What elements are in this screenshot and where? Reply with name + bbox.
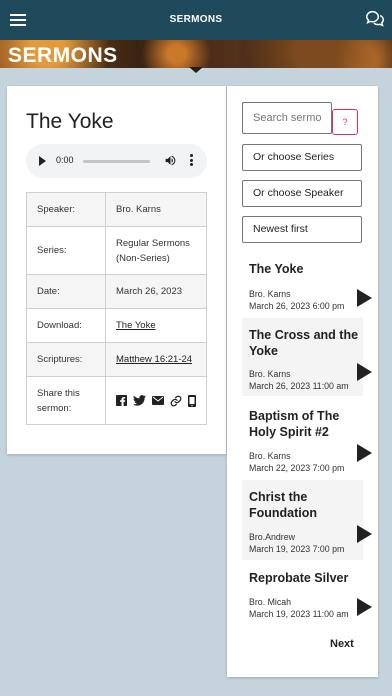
app-bar-title: SERMONS [169,14,223,25]
series-value: Regular Sermons (Non-Series) [105,226,207,275]
sort-select[interactable]: Newest first [242,216,362,243]
mobile-share-icon[interactable] [188,394,196,407]
sermon-list-card: ? Or choose Series Or choose Speaker New… [227,86,378,677]
scripture-link[interactable]: Matthew 16:21-24 [116,354,192,365]
sermon-item-speaker: Bro. Karns [249,289,291,299]
page-banner: SERMONS [0,40,392,68]
audio-progress-slider[interactable] [83,160,150,163]
audio-time: 0:00 [56,155,74,165]
play-arrow-icon[interactable] [357,363,372,381]
speaker-label: Speaker: [26,192,106,227]
table-row: Share this sermon: [26,376,207,425]
download-label: Download: [26,308,106,343]
speaker-value: Bro. Karns [105,192,207,227]
more-options-icon[interactable] [188,154,194,168]
sermon-item-date: March 22, 2023 7:00 pm [249,463,345,473]
date-label: Date: [26,274,106,309]
banner-title: SERMONS [8,44,118,67]
sermon-detail-card: The Yoke 0:00 Speaker: Bro. Karns Series… [7,86,226,454]
sermon-item-title: Baptism of The Holy Spirit #2 [249,409,340,439]
sermon-search-input[interactable] [242,102,332,134]
sermon-item-title: The Yoke [249,262,304,276]
email-icon[interactable] [152,396,164,405]
sermon-item-speaker: Bro. Karns [249,451,291,461]
table-row: Date: March 26, 2023 [26,274,207,309]
sermon-item-date: March 19, 2023 7:00 pm [249,544,345,554]
play-arrow-icon[interactable] [357,289,372,307]
play-arrow-icon[interactable] [357,444,372,462]
table-row: Scriptures: Matthew 16:21-24 [26,342,207,377]
play-icon[interactable] [39,156,46,166]
sermon-item-title: The Cross and the Yoke [249,328,359,358]
sermon-info-table: Speaker: Bro. Karns Series: Regular Serm… [26,192,207,425]
download-link[interactable]: The Yoke [116,320,156,331]
sermon-item-meta: Bro. Karns March 26, 2023 11:00 am [249,368,349,392]
sermon-item-speaker: Bro.Andrew [249,532,295,542]
sermon-item-date: March 26, 2023 6:00 pm [249,301,345,311]
sermon-item-title: Reprobate Silver [249,571,349,585]
scriptures-label: Scriptures: [26,342,106,377]
search-help-button[interactable]: ? [332,109,358,135]
sermon-list-item[interactable]: Christ the Foundation Bro.Andrew March 1… [242,480,372,560]
twitter-icon[interactable] [133,395,146,406]
series-select[interactable]: Or choose Series [242,144,362,171]
sermon-item-date: March 26, 2023 11:00 am [249,381,349,391]
date-value: March 26, 2023 [105,274,207,309]
series-label: Series: [26,226,106,275]
sermon-item-meta: Bro.Andrew March 19, 2023 7:00 pm [249,531,344,555]
sermon-item-meta: Bro. Karns March 22, 2023 7:00 pm [249,450,344,474]
table-row: Speaker: Bro. Karns [26,192,207,227]
share-label: Share this sermon: [26,376,106,425]
link-icon[interactable] [170,395,182,407]
play-arrow-icon[interactable] [357,525,372,543]
sermon-list-item[interactable]: The Yoke Bro. Karns March 26, 2023 6:00 … [242,256,372,316]
sermon-item-speaker: Bro. Karns [249,369,291,379]
next-page-link[interactable]: Next [330,638,354,650]
table-row: Download: The Yoke [26,308,207,343]
sermon-list-item[interactable]: The Cross and the Yoke Bro. Karns March … [242,318,372,396]
sermon-item-meta: Bro. Karns March 26, 2023 6:00 pm [249,288,344,312]
volume-icon[interactable] [164,154,177,167]
facebook-icon[interactable] [116,395,127,406]
speaker-select[interactable]: Or choose Speaker [242,180,362,207]
sermon-item-date: March 19, 2023 11:00 am [249,609,349,619]
sermon-item-meta: Bro. Micah March 19, 2023 11:00 am [249,596,349,620]
share-icons [116,394,196,407]
chat-bubbles-icon[interactable] [364,8,386,30]
table-row: Series: Regular Sermons (Non-Series) [26,226,207,275]
sermon-list-item[interactable]: Reprobate Silver Bro. Micah March 19, 20… [242,564,372,624]
sermon-list-item[interactable]: Baptism of The Holy Spirit #2 Bro. Karns… [242,400,372,478]
sermon-title: The Yoke [26,110,114,133]
sermon-item-speaker: Bro. Micah [249,597,292,607]
audio-player: 0:00 [26,144,207,178]
play-arrow-icon[interactable] [357,598,372,616]
top-app-bar: SERMONS [0,0,392,40]
sermon-item-title: Christ the Foundation [249,490,318,520]
banner-pointer [189,67,203,73]
